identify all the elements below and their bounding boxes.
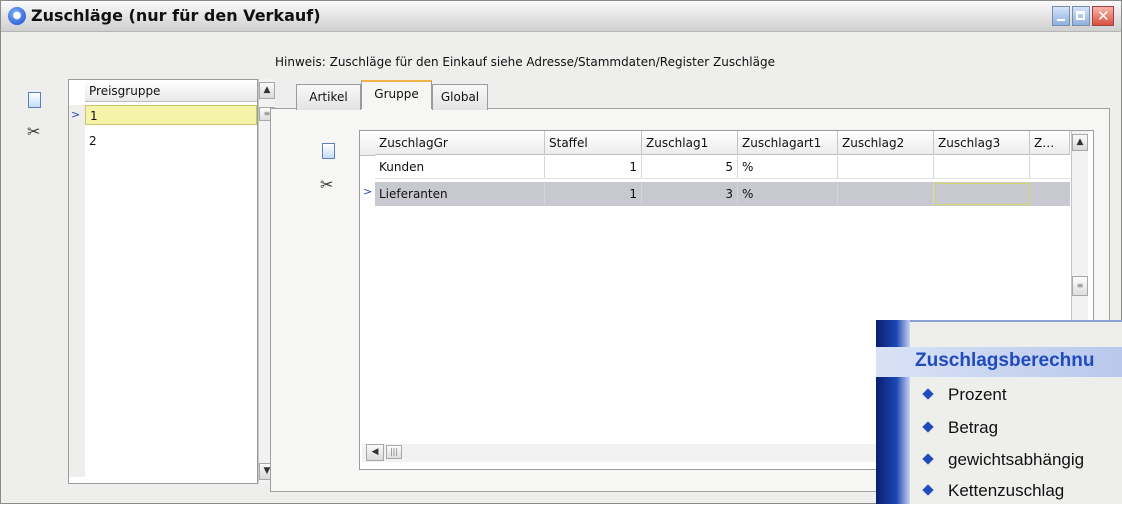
- scroll-left-icon[interactable]: ◀: [366, 444, 384, 461]
- delete-record-icon[interactable]: ✂: [27, 122, 40, 141]
- grid-cell[interactable]: %: [738, 156, 838, 178]
- list-item: Kettenzuschlag: [922, 481, 1065, 511]
- grid-cell[interactable]: [838, 183, 934, 205]
- list-item-label: Kettenzuschlag: [948, 481, 1065, 500]
- grid-cell[interactable]: 5: [642, 156, 738, 178]
- column-header[interactable]: Zuschlagart1: [738, 131, 838, 155]
- column-header[interactable]: Zuschlag1: [642, 131, 738, 155]
- close-icon: ✕: [1097, 7, 1110, 25]
- app-icon[interactable]: ●: [8, 7, 26, 25]
- price-group-row[interactable]: 1: [85, 105, 257, 125]
- diamond-bullet-icon: [922, 388, 934, 400]
- scroll-thumb[interactable]: |||: [386, 445, 402, 459]
- diamond-bullet-icon: [922, 484, 934, 496]
- list-item-label: Betrag: [948, 418, 999, 437]
- row-pointer-icon: >: [71, 108, 81, 121]
- diamond-bullet-icon: [922, 453, 934, 465]
- grid-cell[interactable]: Kunden: [375, 156, 545, 178]
- grid-cell[interactable]: [934, 156, 1030, 178]
- scroll-thumb[interactable]: ≡: [1072, 276, 1088, 296]
- window-title: Zuschläge (nur für den Verkauf): [31, 6, 321, 25]
- grid-cell[interactable]: 1: [545, 156, 642, 178]
- list-item: Prozent: [922, 385, 1007, 415]
- grid-horizontal-scrollbar[interactable]: ◀ |||: [362, 444, 902, 462]
- price-group-row-selector[interactable]: [69, 105, 85, 477]
- new-record-icon[interactable]: [28, 92, 41, 108]
- title-bar[interactable]: ● Zuschläge (nur für den Verkauf) ✕: [1, 1, 1121, 32]
- scroll-up-icon[interactable]: ▲: [1072, 134, 1088, 151]
- grid-corner: [360, 131, 375, 156]
- tab-artikel[interactable]: Artikel: [296, 84, 361, 110]
- price-group-row[interactable]: 2: [85, 131, 257, 151]
- tab-global[interactable]: Global: [432, 84, 488, 110]
- delete-record-icon[interactable]: ✂: [320, 175, 333, 194]
- diamond-bullet-icon: [922, 421, 934, 433]
- column-header[interactable]: Zuschlag2: [838, 131, 934, 155]
- tab-gruppe[interactable]: Gruppe: [361, 80, 432, 109]
- list-item-label: Prozent: [948, 385, 1007, 404]
- scroll-up-icon[interactable]: ▲: [259, 82, 275, 99]
- new-record-icon[interactable]: [322, 143, 335, 159]
- list-item-label: gewichtsabhängig: [948, 450, 1085, 469]
- maximize-icon: [1076, 11, 1085, 20]
- price-group-header[interactable]: Preisgruppe: [85, 80, 257, 102]
- column-header[interactable]: Z…: [1030, 131, 1070, 155]
- row-pointer-icon: >: [363, 185, 373, 198]
- grid-cell-active[interactable]: [934, 183, 1030, 205]
- callout-title: Zuschlagsberechnu: [915, 350, 1095, 371]
- hint-text: Hinweis: Zuschläge für den Einkauf siehe…: [275, 55, 775, 69]
- column-header[interactable]: ZuschlagGr: [375, 131, 545, 155]
- grid-cell[interactable]: [838, 156, 934, 178]
- list-item: Betrag: [922, 418, 999, 448]
- list-item: gewichtsabhängig: [922, 450, 1085, 480]
- grid-cell[interactable]: 3: [642, 183, 738, 205]
- minimize-icon: [1057, 19, 1065, 21]
- maximize-button[interactable]: [1072, 6, 1090, 26]
- minimize-button[interactable]: [1052, 6, 1070, 26]
- column-header[interactable]: Staffel: [545, 131, 642, 155]
- grid-cell[interactable]: %: [738, 183, 838, 205]
- column-header[interactable]: Zuschlag3: [934, 131, 1030, 155]
- grid-cell[interactable]: Lieferanten: [375, 183, 545, 205]
- close-button[interactable]: ✕: [1092, 6, 1114, 26]
- grid-cell[interactable]: 1: [545, 183, 642, 205]
- callout-divider: [910, 320, 1122, 322]
